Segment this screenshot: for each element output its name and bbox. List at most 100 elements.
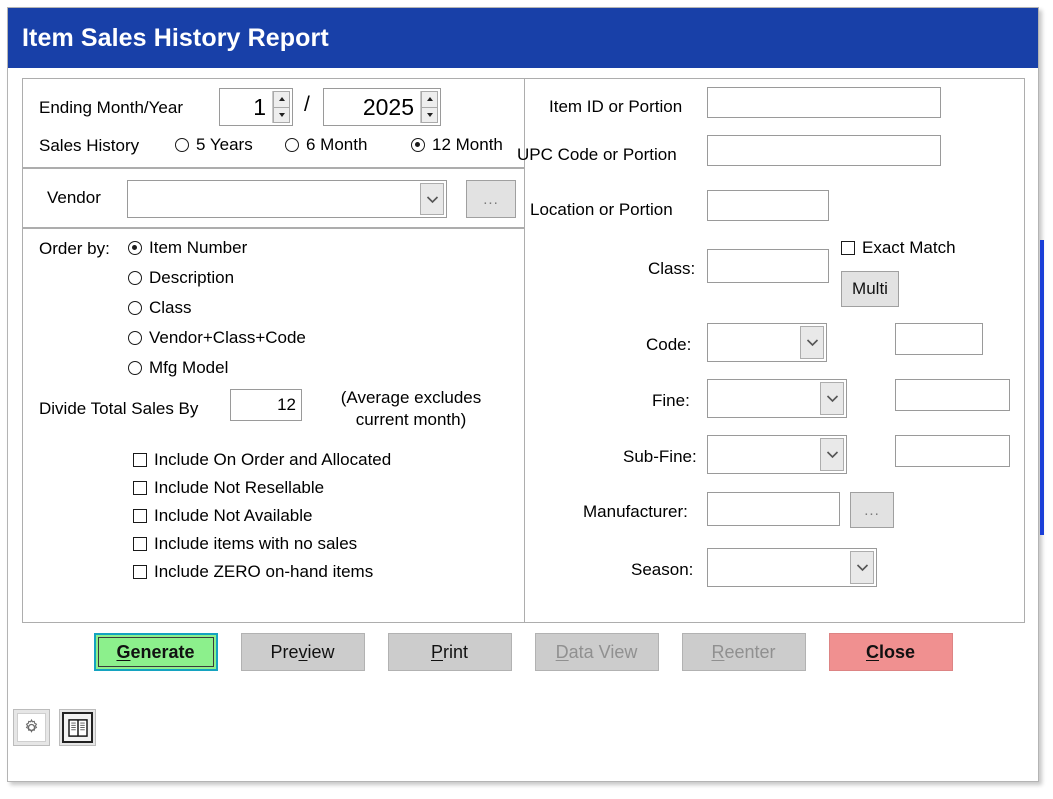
radio-description-indicator[interactable] bbox=[128, 271, 142, 285]
period-group: Ending Month/Year 1 / 2025 Sales History bbox=[22, 78, 525, 168]
close-button-label: Close bbox=[865, 641, 916, 662]
sub-fine-combobox[interactable] bbox=[707, 435, 847, 474]
close-button[interactable]: Close bbox=[828, 633, 953, 671]
print-button-label: Print bbox=[430, 641, 469, 662]
generate-button[interactable]: Generate bbox=[93, 633, 218, 671]
include-not-resellable-checkbox[interactable] bbox=[133, 481, 147, 495]
fine-input[interactable] bbox=[708, 380, 820, 417]
preview-button-label: Preview bbox=[270, 641, 335, 662]
ending-year-spin-arrows[interactable] bbox=[420, 91, 438, 123]
multi-button[interactable]: Multi bbox=[841, 271, 899, 307]
fine-label: Fine: bbox=[652, 391, 690, 410]
manufacturer-input[interactable] bbox=[707, 492, 840, 526]
season-input[interactable] bbox=[708, 549, 850, 586]
year-decrement-arrow[interactable] bbox=[421, 107, 438, 123]
include-not-available-label: Include Not Available bbox=[154, 506, 313, 525]
code-combobox[interactable] bbox=[707, 323, 827, 362]
season-chevron-down-icon[interactable] bbox=[850, 551, 874, 584]
checkbox-include-not-resellable[interactable]: Include Not Resellable bbox=[133, 478, 324, 498]
vendor-lookup-button[interactable]: ... bbox=[466, 180, 516, 218]
average-note: (Average excludes current month) bbox=[316, 387, 506, 431]
reenter-button[interactable]: Reenter bbox=[681, 633, 806, 671]
radio-history-5-years[interactable]: 5 Years bbox=[175, 135, 253, 155]
fine-chevron-down-icon[interactable] bbox=[820, 382, 844, 415]
include-not-available-checkbox[interactable] bbox=[133, 509, 147, 523]
radio-order-item-number[interactable]: Item Number bbox=[128, 238, 247, 258]
code-chevron-down-icon[interactable] bbox=[800, 326, 824, 359]
ending-month-year-label: Ending Month/Year bbox=[39, 98, 183, 117]
checkbox-include-on-order-allocated[interactable]: Include On Order and Allocated bbox=[133, 450, 391, 470]
radio-vendor-class-code-indicator[interactable] bbox=[128, 331, 142, 345]
item-id-input[interactable] bbox=[707, 87, 941, 118]
checkbox-include-items-no-sales[interactable]: Include items with no sales bbox=[133, 534, 357, 554]
date-separator: / bbox=[304, 93, 310, 116]
fine-combobox[interactable] bbox=[707, 379, 847, 418]
checkbox-include-zero-on-hand[interactable]: Include ZERO on-hand items bbox=[133, 562, 373, 582]
manufacturer-lookup-button[interactable]: ... bbox=[850, 492, 894, 528]
upc-code-input[interactable] bbox=[707, 135, 941, 166]
settings-button[interactable] bbox=[13, 709, 50, 746]
include-on-order-label: Include On Order and Allocated bbox=[154, 450, 392, 469]
ending-year-stepper[interactable]: 2025 bbox=[323, 88, 441, 126]
vendor-combobox[interactable] bbox=[127, 180, 447, 218]
divide-total-sales-input[interactable]: 12 bbox=[230, 389, 302, 421]
ending-month-spin-arrows[interactable] bbox=[272, 91, 290, 123]
radio-5-years-indicator[interactable] bbox=[175, 138, 189, 152]
order-by-label: Order by: bbox=[39, 239, 110, 258]
sub-fine-chevron-down-icon[interactable] bbox=[820, 438, 844, 471]
gear-icon bbox=[17, 713, 46, 742]
data-view-button[interactable]: Data View bbox=[534, 633, 659, 671]
average-note-line-2: current month) bbox=[355, 410, 467, 429]
radio-12-month-label: 12 Month bbox=[432, 135, 503, 154]
radio-history-6-month[interactable]: 6 Month bbox=[285, 135, 367, 155]
include-no-sales-checkbox[interactable] bbox=[133, 537, 147, 551]
radio-order-vendor-class-code[interactable]: Vendor+Class+Code bbox=[128, 328, 306, 348]
vendor-input[interactable] bbox=[128, 181, 420, 217]
ending-month-stepper[interactable]: 1 bbox=[219, 88, 293, 126]
radio-6-month-indicator[interactable] bbox=[285, 138, 299, 152]
fine-secondary-input[interactable] bbox=[895, 379, 1010, 411]
code-input[interactable] bbox=[708, 324, 800, 361]
exact-match-checkbox[interactable] bbox=[841, 241, 855, 255]
radio-order-mfg-model[interactable]: Mfg Model bbox=[128, 358, 228, 378]
checkbox-include-not-available[interactable]: Include Not Available bbox=[133, 506, 312, 526]
vendor-label: Vendor bbox=[47, 188, 101, 207]
radio-order-description[interactable]: Description bbox=[128, 268, 234, 288]
checkbox-exact-match[interactable]: Exact Match bbox=[841, 238, 956, 258]
print-button[interactable]: Print bbox=[387, 633, 512, 671]
class-filter-input[interactable] bbox=[707, 249, 829, 283]
manufacturer-label: Manufacturer: bbox=[583, 502, 688, 521]
month-increment-arrow[interactable] bbox=[273, 91, 290, 108]
radio-vendor-class-code-label: Vendor+Class+Code bbox=[149, 328, 306, 347]
generate-button-label: Generate bbox=[116, 641, 195, 662]
include-no-sales-label: Include items with no sales bbox=[154, 534, 358, 553]
report-dialog-window: Item Sales History Report Ending Month/Y… bbox=[7, 7, 1039, 782]
radio-history-12-month[interactable]: 12 Month bbox=[411, 135, 503, 155]
exact-match-label: Exact Match bbox=[862, 238, 956, 257]
include-zero-on-hand-checkbox[interactable] bbox=[133, 565, 147, 579]
include-zero-on-hand-label: Include ZERO on-hand items bbox=[154, 562, 374, 581]
dialog-title-bar: Item Sales History Report bbox=[8, 8, 1038, 68]
radio-order-class[interactable]: Class bbox=[128, 298, 192, 318]
dialog-content: Ending Month/Year 1 / 2025 Sales History bbox=[8, 68, 1038, 781]
sub-fine-secondary-input[interactable] bbox=[895, 435, 1010, 467]
manual-button[interactable] bbox=[59, 709, 96, 746]
radio-class-indicator[interactable] bbox=[128, 301, 142, 315]
radio-mfg-model-indicator[interactable] bbox=[128, 361, 142, 375]
dialog-button-bar: Generate Preview Print Data View Reenter… bbox=[8, 633, 1038, 671]
month-decrement-arrow[interactable] bbox=[273, 107, 290, 123]
code-label: Code: bbox=[646, 335, 692, 354]
chevron-down-icon[interactable] bbox=[420, 183, 444, 215]
location-input[interactable] bbox=[707, 190, 829, 221]
radio-item-number-indicator[interactable] bbox=[128, 241, 142, 255]
sub-fine-input[interactable] bbox=[708, 436, 820, 473]
preview-button[interactable]: Preview bbox=[240, 633, 365, 671]
year-increment-arrow[interactable] bbox=[421, 91, 438, 108]
radio-12-month-indicator[interactable] bbox=[411, 138, 425, 152]
code-secondary-input[interactable] bbox=[895, 323, 983, 355]
radio-item-number-label: Item Number bbox=[149, 238, 248, 257]
radio-5-years-label: 5 Years bbox=[196, 135, 253, 154]
include-on-order-checkbox[interactable] bbox=[133, 453, 147, 467]
vertical-scrollbar-thumb[interactable] bbox=[1040, 240, 1044, 535]
season-combobox[interactable] bbox=[707, 548, 877, 587]
